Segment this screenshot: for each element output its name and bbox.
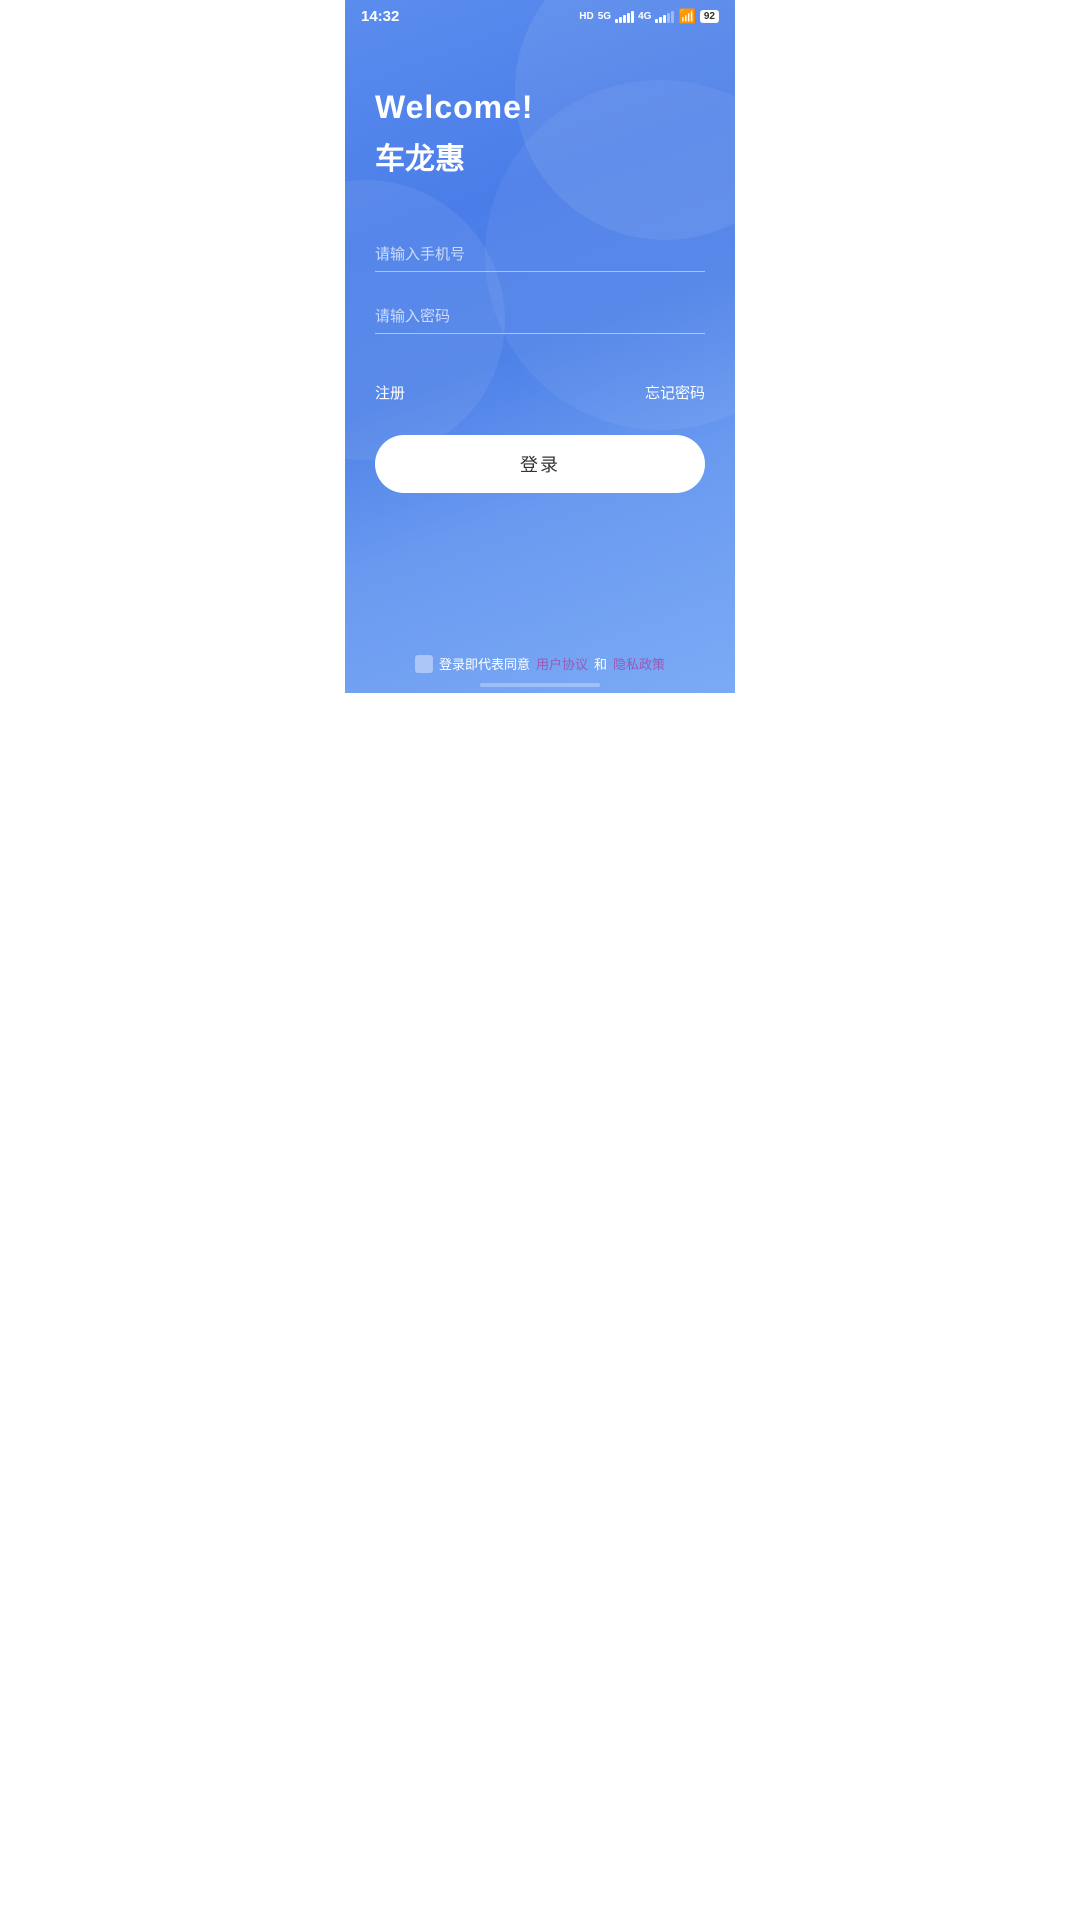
- agreement-prefix: 登录即代表同意: [439, 654, 530, 673]
- signal-bars-4g: [655, 11, 674, 23]
- hd-icon: HD: [579, 11, 593, 22]
- agreement-checkbox[interactable]: [415, 655, 433, 673]
- battery-icon: 92: [700, 10, 719, 23]
- agreement-connector: 和: [594, 654, 607, 673]
- wifi-icon: 📶: [678, 8, 695, 25]
- user-agreement-link[interactable]: 用户协议: [536, 654, 588, 673]
- 4g-icon: 4G: [638, 11, 651, 22]
- status-time: 14:32: [361, 8, 399, 25]
- privacy-policy-link[interactable]: 隐私政策: [613, 654, 665, 673]
- phone-input-group: [375, 238, 705, 272]
- forgot-password-link[interactable]: 忘记密码: [645, 382, 705, 403]
- 5g-icon: 5G: [598, 11, 611, 22]
- login-button[interactable]: 登录: [375, 435, 705, 493]
- password-input-group: [375, 300, 705, 334]
- register-link[interactable]: 注册: [375, 382, 405, 403]
- status-icons: HD 5G 4G 📶 92: [579, 8, 719, 25]
- password-input[interactable]: [375, 300, 705, 334]
- welcome-section: Welcome! 车龙惠: [345, 29, 735, 218]
- app-name: 车龙惠: [375, 134, 705, 178]
- status-bar: 14:32 HD 5G 4G 📶 92: [345, 0, 735, 29]
- home-indicator: [480, 683, 600, 687]
- welcome-greeting: Welcome!: [375, 89, 705, 126]
- phone-input[interactable]: [375, 238, 705, 272]
- login-button-wrap: 登录: [345, 435, 735, 493]
- agreement-section: 登录即代表同意 用户协议 和 隐私政策: [345, 654, 735, 673]
- signal-bars-5g: [615, 11, 634, 23]
- form-section: [345, 218, 735, 382]
- links-row: 注册 忘记密码: [345, 382, 735, 403]
- screen: 14:32 HD 5G 4G 📶 92 Welcome: [345, 0, 735, 693]
